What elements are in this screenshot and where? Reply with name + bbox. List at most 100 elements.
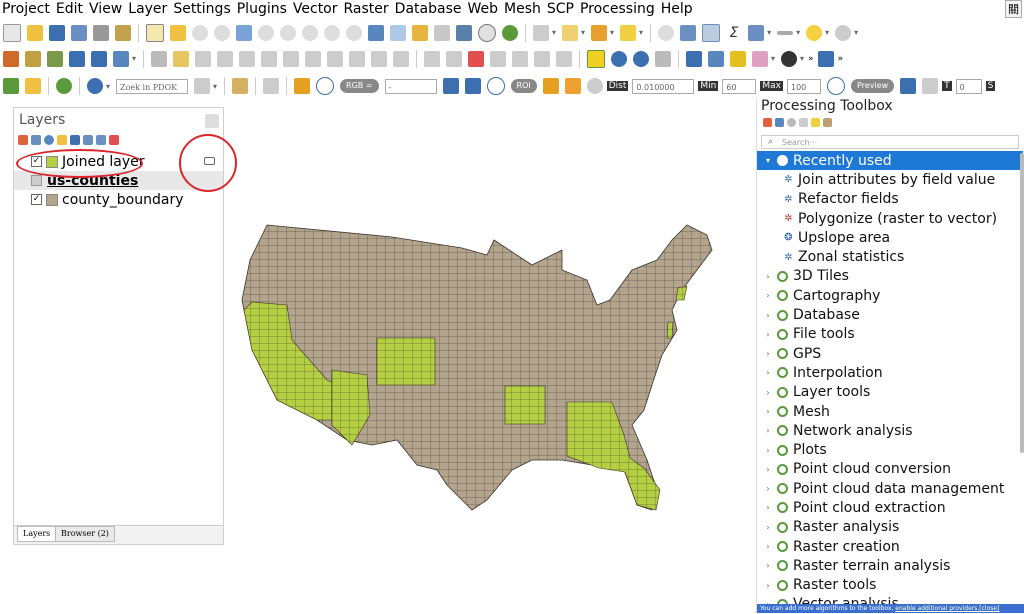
map-canvas[interactable] [232,210,732,530]
results-icon[interactable] [799,118,808,127]
manage-visibility-icon[interactable] [44,135,54,145]
highlight-labels-icon[interactable] [468,50,485,67]
chevron-down-icon[interactable]: ▾ [763,156,773,165]
help-icon[interactable] [817,50,834,67]
add-mesh-layer-icon[interactable] [91,50,107,67]
group-label[interactable]: File tools [793,326,855,342]
temporal-icon[interactable] [412,24,428,41]
map-tips-icon[interactable] [806,24,823,41]
edit-features-icon[interactable] [811,118,820,127]
statistics-icon[interactable] [748,24,765,41]
group-label[interactable]: GPS [793,346,821,362]
plugin-c-icon[interactable] [655,50,672,67]
max-input[interactable]: 100 [787,78,821,94]
group-interpolation[interactable]: › Interpolation [757,363,1023,382]
group-plots[interactable]: › Plots [757,440,1023,459]
algorithm-label[interactable]: Join attributes by field value [798,172,995,188]
share-icon[interactable] [56,78,72,94]
group-label[interactable]: Cartography [793,288,880,304]
toolbox-icon[interactable] [702,23,721,42]
toolbox-search-input[interactable]: Search··· [761,135,1019,149]
chevron-right-icon[interactable]: › [763,349,773,358]
show-bookmarks-icon[interactable] [456,24,472,41]
preview-pill[interactable]: Preview [851,79,895,93]
chevron-down-icon[interactable]: ▾ [796,28,800,37]
redo-icon[interactable] [393,50,410,67]
cut-features-icon[interactable] [305,50,322,67]
undo-icon[interactable] [371,50,388,67]
chevron-right-icon[interactable]: › [763,542,773,551]
show-hide-labels-icon[interactable] [556,50,573,67]
zoom-preview-icon[interactable] [827,77,845,95]
group-raster-terrain-analysis[interactable]: › Raster terrain analysis [757,556,1023,575]
group-label[interactable]: Raster tools [793,577,876,593]
deselect-icon[interactable] [620,24,637,41]
filter-legend-icon[interactable] [57,135,67,145]
roi-redo-icon[interactable] [586,78,603,94]
group-layer-tools[interactable]: › Layer tools [757,383,1023,402]
new-project-icon[interactable] [3,23,21,42]
group-label[interactable]: Interpolation [793,365,883,381]
group-recently-used[interactable]: ▾ Recently used [757,151,1023,171]
group-3d-tiles[interactable]: › 3D Tiles [757,267,1023,286]
algorithm-refactor-fields[interactable]: ✲ Refactor fields [757,190,1023,209]
chevron-right-icon[interactable]: › [763,272,773,281]
modify-attributes-icon[interactable] [261,50,278,67]
preview-redo-icon[interactable] [922,78,939,94]
overflow-icon[interactable]: » [808,54,814,64]
expand-all-icon[interactable] [83,135,93,145]
group-point-cloud-conversion[interactable]: › Point cloud conversion [757,460,1023,479]
group-gps[interactable]: › GPS [757,344,1023,363]
delete-selected-icon[interactable] [283,50,300,67]
enable-providers-link[interactable]: enable additional providers.[close] [895,605,999,612]
new-map-view-icon[interactable] [368,24,384,41]
chevron-right-icon[interactable]: › [763,368,773,377]
preview-color-icon[interactable] [900,78,917,94]
save-project-icon[interactable] [49,24,65,41]
group-raster-creation[interactable]: › Raster creation [757,537,1023,556]
zoom-out-icon[interactable] [214,24,230,41]
group-raster-analysis[interactable]: › Raster analysis [757,518,1023,537]
open-project-icon[interactable] [27,24,43,41]
group-database[interactable]: › Database [757,305,1023,324]
roi-pill[interactable]: ROI [510,79,537,93]
chevron-down-icon[interactable]: ▾ [854,28,858,37]
style-manager-icon[interactable] [115,24,131,41]
zoom-rgb-icon[interactable] [316,77,335,95]
pdok-locator-input[interactable]: Zoek in PDOK Loc··· [116,78,189,99]
annotations-icon[interactable] [835,24,852,41]
layer-symbol-swatch[interactable] [46,193,58,206]
dist-input[interactable]: 0.010000 [632,78,695,94]
group-label[interactable]: 3D Tiles [793,268,849,284]
select-by-value-icon[interactable] [591,24,608,41]
menu-layer[interactable]: Layer [126,1,171,17]
open-layer-styling-icon[interactable] [18,135,28,145]
chevron-down-icon[interactable]: ▾ [639,28,643,37]
save-as-icon[interactable] [71,24,87,41]
chevron-down-icon[interactable]: ▾ [767,28,771,37]
group-label[interactable]: Mesh [793,404,830,420]
chevron-down-icon[interactable]: ▾ [552,28,556,37]
menu-project[interactable]: Project [0,1,54,17]
chevron-right-icon[interactable]: › [763,426,773,435]
chevron-right-icon[interactable]: › [763,388,773,397]
tab-browser[interactable]: Browser (2) [55,526,115,542]
zoom-roi-icon[interactable] [486,77,505,95]
clock-icon[interactable] [478,23,496,42]
chevron-right-icon[interactable]: › [763,581,773,590]
group-label[interactable]: Raster creation [793,539,900,555]
chevron-right-icon[interactable]: › [763,330,773,339]
remove-layer-icon[interactable] [109,135,119,145]
algorithm-label[interactable]: Refactor fields [798,191,899,207]
rgb-pill[interactable]: RGB = [340,79,379,93]
group-point-cloud-extraction[interactable]: › Point cloud extraction [757,498,1023,517]
band-prev-icon[interactable] [442,78,459,94]
locator-icon[interactable] [87,78,103,94]
add-feature-icon[interactable] [217,50,234,67]
algorithm-label[interactable]: Zonal statistics [798,249,904,265]
bookmark-icon[interactable] [434,24,450,41]
layer-item-county-boundary[interactable]: ✓ county_boundary [14,190,223,209]
plugin-f-icon[interactable] [752,50,769,67]
menu-raster[interactable]: Raster [342,1,393,17]
chevron-right-icon[interactable]: › [763,503,773,512]
